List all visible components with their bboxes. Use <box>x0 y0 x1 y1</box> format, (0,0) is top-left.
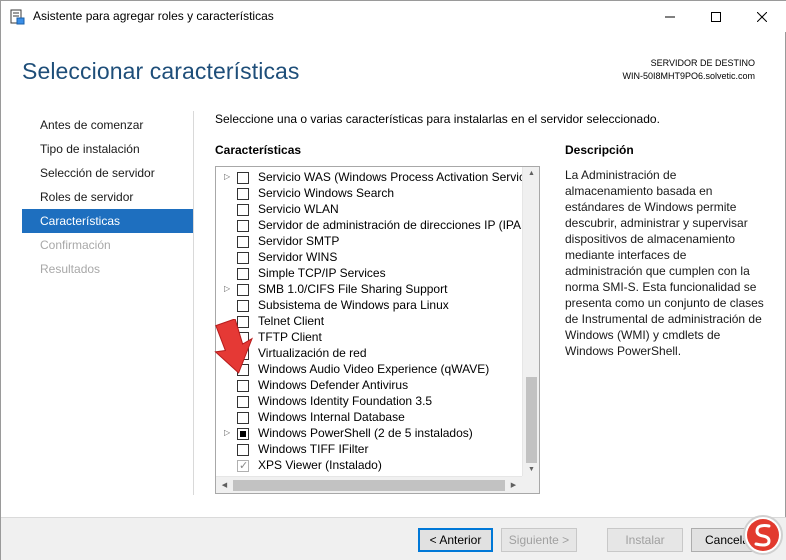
feature-checkbox[interactable] <box>237 236 249 248</box>
solvetic-watermark-icon <box>743 515 783 555</box>
feature-label: Windows Defender Antivirus <box>258 378 409 392</box>
feature-label: TFTP Client <box>258 330 322 344</box>
minimize-button[interactable] <box>647 1 693 32</box>
scroll-right-arrow-icon[interactable]: ▶ <box>505 477 522 493</box>
feature-checkbox[interactable] <box>237 428 249 440</box>
feature-row[interactable]: Simple TCP/IP Services <box>216 265 522 281</box>
feature-row[interactable]: Windows TIFF IFilter <box>216 441 522 457</box>
feature-label: Servidor de administración de direccione… <box>258 218 522 232</box>
feature-label: Virtualización de red <box>258 346 367 360</box>
feature-row[interactable]: Windows Defender Antivirus <box>216 377 522 393</box>
feature-description: La Administración de almacenamiento basa… <box>565 168 764 358</box>
page-title: Seleccionar características <box>22 58 300 84</box>
feature-label: Servidor SMTP <box>258 234 340 248</box>
nav-divider <box>193 111 194 495</box>
feature-label: XPS Viewer (Instalado) <box>258 458 382 472</box>
next-button[interactable]: Siguiente > <box>501 528 577 552</box>
feature-row[interactable]: Windows Identity Foundation 3.5 <box>216 393 522 409</box>
feature-label: Windows PowerShell (2 de 5 instalados) <box>258 426 473 440</box>
feature-row[interactable]: Telnet Client <box>216 313 522 329</box>
back-button[interactable]: < Anterior <box>418 528 493 552</box>
feature-row[interactable]: ▷ SMB 1.0/CIFS File Sharing Support <box>216 281 522 297</box>
server-manager-icon <box>10 9 25 25</box>
feature-row[interactable]: Windows Internal Database <box>216 409 522 425</box>
instruction-text: Seleccione una o varias características … <box>215 112 660 126</box>
feature-checkbox[interactable] <box>237 188 249 200</box>
minimize-icon <box>665 16 675 17</box>
feature-checkbox[interactable] <box>237 412 249 424</box>
feature-label: Windows Audio Video Experience (qWAVE) <box>258 362 490 376</box>
feature-label: Simple TCP/IP Services <box>258 266 386 280</box>
feature-label: Servicio WLAN <box>258 202 339 216</box>
feature-checkbox[interactable] <box>237 172 249 184</box>
feature-label: Servidor WINS <box>258 250 338 264</box>
close-button[interactable] <box>739 1 785 32</box>
feature-checkbox[interactable] <box>237 380 249 392</box>
feature-label: Windows Internal Database <box>258 410 405 424</box>
wizard-steps-nav: Antes de comenzar Tipo de instalación Se… <box>22 113 193 281</box>
nav-step-confirmation: Confirmación <box>40 238 111 252</box>
destination-server-name: WIN-50I8MHT9PO6.solvetic.com <box>622 71 755 81</box>
feature-row[interactable]: Servidor WINS <box>216 249 522 265</box>
horizontal-scrollbar[interactable]: ◀ ▶ <box>216 476 522 493</box>
nav-step-server-selection[interactable]: Selección de servidor <box>22 161 193 185</box>
feature-label: Telnet Client <box>258 314 325 328</box>
vertical-scroll-thumb[interactable] <box>526 377 537 463</box>
nav-step-features[interactable]: Características <box>22 209 193 233</box>
title-bar: Asistente para agregar roles y caracterí… <box>1 1 786 32</box>
feature-row[interactable]: ▷ Servicio WAS (Windows Process Activatio… <box>216 169 522 185</box>
wizard-window: Asistente para agregar roles y caracterí… <box>0 0 786 560</box>
expand-arrow-icon[interactable]: ▷ <box>224 281 232 297</box>
feature-row[interactable]: Subsistema de Windows para Linux <box>216 297 522 313</box>
vertical-scrollbar[interactable]: ▲ ▼ <box>522 167 539 477</box>
feature-label: SMB 1.0/CIFS File Sharing Support <box>258 282 448 296</box>
features-header: Características <box>215 143 302 157</box>
description-header: Descripción <box>565 143 634 157</box>
nav-step-server-roles[interactable]: Roles de servidor <box>22 185 193 209</box>
feature-label: Windows TIFF IFilter <box>258 442 369 456</box>
checkmark-icon: ✓ <box>239 460 249 472</box>
nav-step-installation-type[interactable]: Tipo de instalación <box>22 137 193 161</box>
close-icon <box>757 11 767 22</box>
expand-arrow-icon[interactable]: ▷ <box>224 169 232 185</box>
feature-checkbox[interactable] <box>237 252 249 264</box>
window-title: Asistente para agregar roles y caracterí… <box>33 9 274 23</box>
feature-checkbox[interactable] <box>237 444 249 456</box>
scroll-down-arrow-icon[interactable]: ▼ <box>523 463 539 477</box>
features-list[interactable]: ▷ Servicio WAS (Windows Process Activatio… <box>215 166 540 494</box>
features-rows: ▷ Servicio WAS (Windows Process Activatio… <box>216 169 522 473</box>
horizontal-scroll-thumb[interactable] <box>233 480 505 491</box>
feature-row[interactable]: Servidor de administración de direccione… <box>216 217 522 233</box>
install-button[interactable]: Instalar <box>607 528 683 552</box>
maximize-icon <box>711 11 721 22</box>
feature-checkbox[interactable] <box>237 396 249 408</box>
feature-label: Windows Identity Foundation 3.5 <box>258 394 433 408</box>
nav-step-before-you-begin[interactable]: Antes de comenzar <box>22 113 193 137</box>
feature-label: Servicio Windows Search <box>258 186 395 200</box>
expand-arrow-icon[interactable]: ▷ <box>224 425 232 441</box>
feature-row[interactable]: Servidor SMTP <box>216 233 522 249</box>
feature-row[interactable]: Servicio Windows Search <box>216 185 522 201</box>
red-pointer-arrow-icon <box>214 319 253 374</box>
scrollbar-corner <box>522 476 539 493</box>
feature-checkbox[interactable]: ✓ <box>237 460 249 472</box>
feature-label: Subsistema de Windows para Linux <box>258 298 449 312</box>
maximize-button[interactable] <box>693 1 739 32</box>
nav-step-results: Resultados <box>40 262 101 276</box>
feature-checkbox[interactable] <box>237 300 249 312</box>
destination-server-label: SERVIDOR DE DESTINO <box>650 58 755 68</box>
scroll-left-arrow-icon[interactable]: ◀ <box>216 477 233 493</box>
feature-label: Servicio WAS (Windows Process Activation… <box>258 170 522 184</box>
feature-checkbox[interactable] <box>237 268 249 280</box>
feature-row[interactable]: ✓ XPS Viewer (Instalado) <box>216 457 522 473</box>
scroll-up-arrow-icon[interactable]: ▲ <box>523 167 539 181</box>
feature-row[interactable]: Windows Audio Video Experience (qWAVE) <box>216 361 522 377</box>
feature-checkbox[interactable] <box>237 220 249 232</box>
feature-checkbox[interactable] <box>237 204 249 216</box>
feature-row[interactable]: Virtualización de red <box>216 345 522 361</box>
feature-row[interactable]: TFTP Client <box>216 329 522 345</box>
feature-row[interactable]: ▷ Windows PowerShell (2 de 5 instalados) <box>216 425 522 441</box>
feature-checkbox[interactable] <box>237 284 249 296</box>
feature-row[interactable]: Servicio WLAN <box>216 201 522 217</box>
